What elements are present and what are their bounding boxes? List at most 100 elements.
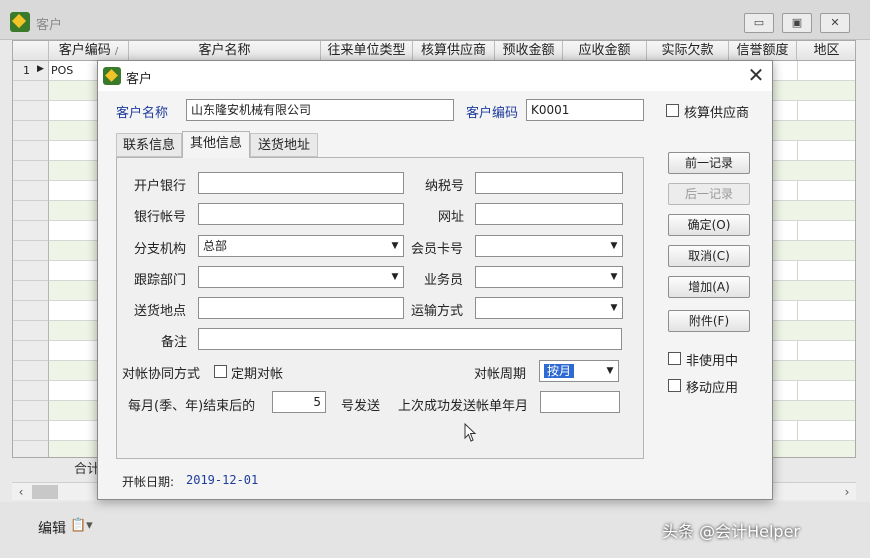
reconcile-period-select[interactable]: 按月 ▼ (539, 360, 619, 382)
row-header[interactable] (13, 441, 49, 457)
row-header[interactable] (13, 101, 49, 121)
tax-number-label: 纳税号 (425, 179, 465, 194)
remark-label: 备注 (161, 335, 188, 350)
website-input[interactable] (475, 203, 623, 225)
sort-icon: / (114, 46, 119, 57)
salesman-label: 业务员 (424, 273, 464, 288)
row-header[interactable] (13, 81, 49, 101)
delivery-place-input[interactable] (198, 297, 404, 319)
row-header[interactable] (13, 241, 49, 261)
monthly-send-prefix: 每月(季、年)结束后的 (128, 399, 256, 414)
row-header[interactable] (13, 361, 49, 381)
column-header-prepaid[interactable]: 预收金额 (495, 41, 563, 61)
edit-dropdown-icon[interactable]: 📋▾ (70, 518, 93, 533)
close-window-icon[interactable]: ✕ (820, 13, 850, 33)
column-header-region[interactable]: 地区 (797, 41, 855, 61)
customer-name-input[interactable]: 山东隆安机械有限公司 (186, 99, 454, 121)
periodic-reconcile-checkbox[interactable] (214, 365, 227, 378)
tab-other-info[interactable]: 其他信息 (182, 131, 250, 158)
bank-account-label: 银行帐号 (134, 210, 187, 225)
chevron-down-icon[interactable]: ▼ (608, 270, 620, 284)
salesman-select[interactable]: ▼ (475, 266, 623, 288)
prev-record-button[interactable]: 前一记录 (668, 152, 750, 174)
bank-input[interactable] (198, 172, 404, 194)
cancel-button[interactable]: 取消(C) (668, 245, 750, 267)
column-header-name[interactable]: 客户名称 (129, 41, 321, 61)
cell-code: POS (51, 64, 74, 77)
column-header-arrears[interactable]: 实际欠款 (647, 41, 729, 61)
dialog-close-icon[interactable]: ✕ (744, 64, 768, 88)
row-header[interactable] (13, 181, 49, 201)
row-header[interactable] (13, 281, 49, 301)
member-card-label: 会员卡号 (411, 242, 464, 257)
branch-label: 分支机构 (134, 242, 187, 257)
open-date-value: 2019-12-01 (186, 473, 259, 487)
check-supplier-checkbox[interactable] (666, 104, 679, 117)
row-header[interactable] (13, 341, 49, 361)
row-header[interactable] (13, 221, 49, 241)
monthly-send-day-input[interactable]: 5 (272, 391, 326, 413)
row-header[interactable] (13, 401, 49, 421)
chevron-down-icon[interactable]: ▼ (608, 239, 620, 253)
reconcile-period-value: 按月 (544, 364, 575, 378)
tab-delivery-address[interactable]: 送货地址 (250, 133, 318, 157)
row-header[interactable] (13, 381, 49, 401)
row-header[interactable] (13, 301, 49, 321)
tax-number-input[interactable] (475, 172, 623, 194)
column-header-receivable[interactable]: 应收金额 (563, 41, 647, 61)
tab-contact[interactable]: 联系信息 (116, 133, 182, 157)
scroll-right-icon[interactable]: › (838, 483, 856, 501)
transport-select[interactable]: ▼ (475, 297, 623, 319)
row-header[interactable] (13, 141, 49, 161)
periodic-reconcile-label: 定期对帐 (231, 367, 284, 382)
scroll-thumb[interactable] (32, 485, 58, 499)
column-header-code[interactable]: 客户编码 / (49, 41, 129, 61)
website-label: 网址 (438, 210, 465, 225)
row-header[interactable] (13, 161, 49, 181)
next-record-button[interactable]: 后一记录 (668, 183, 750, 205)
mobile-app-label: 移动应用 (686, 381, 739, 396)
row-header[interactable] (13, 201, 49, 221)
dialog-titlebar (98, 61, 772, 91)
department-select[interactable]: ▼ (198, 266, 404, 288)
attachment-button[interactable]: 附件(F) (668, 310, 750, 332)
row-header[interactable] (13, 121, 49, 141)
bank-account-input[interactable] (198, 203, 404, 225)
chevron-down-icon[interactable]: ▼ (389, 239, 401, 253)
chevron-down-icon[interactable]: ▼ (608, 301, 620, 315)
mobile-app-checkbox[interactable] (668, 379, 681, 392)
column-header-type[interactable]: 往来单位类型 (321, 41, 413, 61)
watermark: 头条 @会计Helper (662, 522, 800, 541)
inactive-label: 非使用中 (686, 354, 739, 369)
chevron-down-icon[interactable]: ▼ (389, 270, 401, 284)
column-header-supplier[interactable]: 核算供应商 (413, 41, 495, 61)
row-header[interactable] (13, 421, 49, 441)
member-card-select[interactable]: ▼ (475, 235, 623, 257)
chevron-down-icon[interactable]: ▼ (604, 364, 616, 378)
ok-button[interactable]: 确定(O) (668, 214, 750, 236)
row-header[interactable] (13, 321, 49, 341)
branch-select[interactable]: 总部 ▼ (198, 235, 404, 257)
edit-menu-label[interactable]: 编辑 (38, 518, 66, 538)
dialog-title: 客户 (126, 72, 153, 87)
row-header[interactable]: 1 ▶ (13, 61, 49, 81)
last-sent-label: 上次成功发送帐单年月 (398, 399, 529, 414)
bank-label: 开户银行 (134, 179, 187, 194)
dialog-app-icon (103, 67, 121, 85)
last-sent-input[interactable] (540, 391, 620, 413)
app-logo-icon (10, 12, 30, 32)
scroll-left-icon[interactable]: ‹ (12, 483, 30, 501)
maximize-icon[interactable]: ▣ (782, 13, 812, 33)
customer-name-label: 客户名称 (116, 106, 169, 121)
main-window-title: 客户 (36, 18, 63, 33)
reconcile-period-label: 对帐周期 (474, 367, 527, 382)
add-button[interactable]: 增加(A) (668, 276, 750, 298)
inactive-checkbox[interactable] (668, 352, 681, 365)
grid-corner (13, 41, 49, 61)
customer-dialog: 客户 ✕ 客户名称 山东隆安机械有限公司 客户编码 K0001 核算供应商 联系… (97, 60, 773, 500)
remark-input[interactable] (198, 328, 622, 350)
minimize-icon[interactable]: ▭ (744, 13, 774, 33)
row-header[interactable] (13, 261, 49, 281)
customer-code-input[interactable]: K0001 (526, 99, 644, 121)
column-header-credit[interactable]: 信誉额度 (729, 41, 797, 61)
